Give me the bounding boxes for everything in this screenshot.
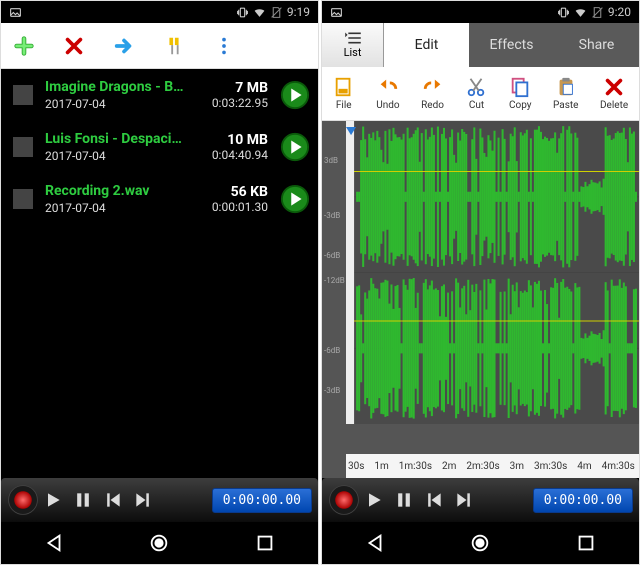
prev-icon[interactable] — [424, 490, 444, 510]
home-nav-icon[interactable] — [148, 532, 170, 554]
pause-icon[interactable] — [73, 490, 93, 510]
cut-button[interactable]: Cut — [465, 76, 487, 111]
next-icon[interactable] — [454, 490, 474, 510]
next-icon[interactable] — [133, 490, 153, 510]
picture-icon — [330, 6, 343, 19]
track-title: Imagine Dragons - Believe… — [45, 79, 184, 95]
file-button[interactable]: File — [333, 76, 355, 111]
track-title: Recording 2.wav — [45, 183, 184, 199]
home-nav-icon[interactable] — [469, 532, 491, 554]
back-nav-icon[interactable] — [364, 532, 386, 554]
nav-bar — [322, 522, 639, 564]
tab-effects[interactable]: Effects — [469, 23, 554, 67]
track-date: 2017-07-04 — [45, 149, 184, 163]
recent-nav-icon[interactable] — [575, 532, 597, 554]
record-button[interactable] — [328, 484, 360, 516]
back-nav-icon[interactable] — [43, 532, 65, 554]
transport-bar: 0:00:00.00 — [1, 478, 318, 522]
toolbar-label: Redo — [421, 100, 444, 111]
add-icon[interactable] — [13, 35, 35, 57]
delete-x-icon[interactable] — [63, 35, 85, 57]
list-button[interactable]: List — [322, 23, 384, 67]
checkbox[interactable] — [13, 85, 33, 105]
track-date: 2017-07-04 — [45, 97, 184, 111]
time-axis: 30s1m1m:30s2m2m:30s3m3m:30s4m4m:30s — [346, 454, 639, 478]
cut-icon — [465, 76, 487, 98]
track-size: 10 MB — [196, 132, 268, 148]
play-track-icon[interactable] — [280, 132, 310, 162]
editor-pane: 9:20 List EditEffectsShare File Undo Redo C… — [321, 0, 640, 565]
clock: 9:20 — [608, 5, 631, 19]
clock: 9:19 — [287, 5, 310, 19]
no-sim-icon — [270, 6, 283, 19]
redo-icon — [422, 76, 444, 98]
tools-icon[interactable] — [163, 35, 185, 57]
track-size: 7 MB — [196, 80, 268, 96]
delete-icon — [603, 76, 625, 98]
checkbox[interactable] — [13, 189, 33, 209]
paste-icon — [555, 76, 577, 98]
track-size: 56 KB — [196, 184, 268, 200]
track-duration: 0:03:22.95 — [196, 96, 268, 110]
wifi-icon — [253, 6, 266, 19]
track-row[interactable]: Luis Fonsi - Despacito ft. … 2017-07-04 1… — [1, 121, 318, 173]
copy-button[interactable]: Copy — [509, 76, 532, 111]
status-bar: 9:20 — [322, 1, 639, 23]
no-sim-icon — [591, 6, 604, 19]
time-counter: 0:00:00.00 — [533, 488, 633, 513]
prev-icon[interactable] — [103, 490, 123, 510]
play-icon[interactable] — [43, 490, 63, 510]
record-button[interactable] — [7, 484, 39, 516]
toolbar-label: Cut — [469, 100, 484, 111]
toolbar-label: Copy — [509, 100, 532, 111]
vibrate-icon — [557, 6, 570, 19]
time-counter: 0:00:00.00 — [212, 488, 312, 513]
wifi-icon — [574, 6, 587, 19]
toolbar-label: Paste — [553, 100, 578, 111]
waveform-area[interactable]: 3dB-3dB-6dB-12dB-6dB-3dB 30s1m1m:30s2m2m… — [322, 121, 639, 478]
play-icon[interactable] — [364, 490, 384, 510]
play-track-icon[interactable] — [280, 184, 310, 214]
nav-bar — [1, 522, 318, 564]
db-ruler: 3dB-3dB-6dB-12dB-6dB-3dB — [322, 121, 346, 454]
main-toolbar — [1, 23, 318, 69]
tab-share[interactable]: Share — [554, 23, 639, 67]
delete-button[interactable]: Delete — [600, 76, 628, 111]
track-title: Luis Fonsi - Despacito ft. … — [45, 131, 184, 147]
tab-bar: List EditEffectsShare — [322, 23, 639, 67]
file-icon — [333, 76, 355, 98]
undo-icon — [377, 76, 399, 98]
pause-icon[interactable] — [394, 490, 414, 510]
share-arrow-icon[interactable] — [113, 35, 135, 57]
track-list: Imagine Dragons - Believe… 2017-07-04 7 M… — [1, 69, 318, 478]
paste-button[interactable]: Paste — [553, 76, 578, 111]
copy-icon — [509, 76, 531, 98]
more-icon[interactable] — [213, 35, 235, 57]
toolbar-label: Delete — [600, 100, 628, 111]
track-date: 2017-07-04 — [45, 201, 184, 215]
track-row[interactable]: Imagine Dragons - Believe… 2017-07-04 7 M… — [1, 69, 318, 121]
vibrate-icon — [236, 6, 249, 19]
track-row[interactable]: Recording 2.wav 2017-07-04 56 KB0:00:01.3… — [1, 173, 318, 225]
file-list-pane: 9:19 Imagine Dragons - Believe… 2017-07-0… — [0, 0, 319, 565]
play-track-icon[interactable] — [280, 80, 310, 110]
recent-nav-icon[interactable] — [254, 532, 276, 554]
edit-toolbar: File Undo Redo Cut Copy Paste Delete — [322, 67, 639, 121]
transport-bar: 0:00:00.00 — [322, 478, 639, 522]
redo-button[interactable]: Redo — [421, 76, 444, 111]
toolbar-label: File — [336, 100, 352, 111]
tab-edit[interactable]: Edit — [384, 23, 469, 67]
list-icon — [343, 31, 363, 45]
checkbox[interactable] — [13, 137, 33, 157]
track-duration: 0:04:40.94 — [196, 148, 268, 162]
status-bar: 9:19 — [1, 1, 318, 23]
track-duration: 0:00:01.30 — [196, 200, 268, 214]
waveform — [346, 121, 639, 424]
undo-button[interactable]: Undo — [376, 76, 399, 111]
picture-icon — [9, 6, 22, 19]
list-button-label: List — [344, 46, 362, 59]
toolbar-label: Undo — [376, 100, 399, 111]
